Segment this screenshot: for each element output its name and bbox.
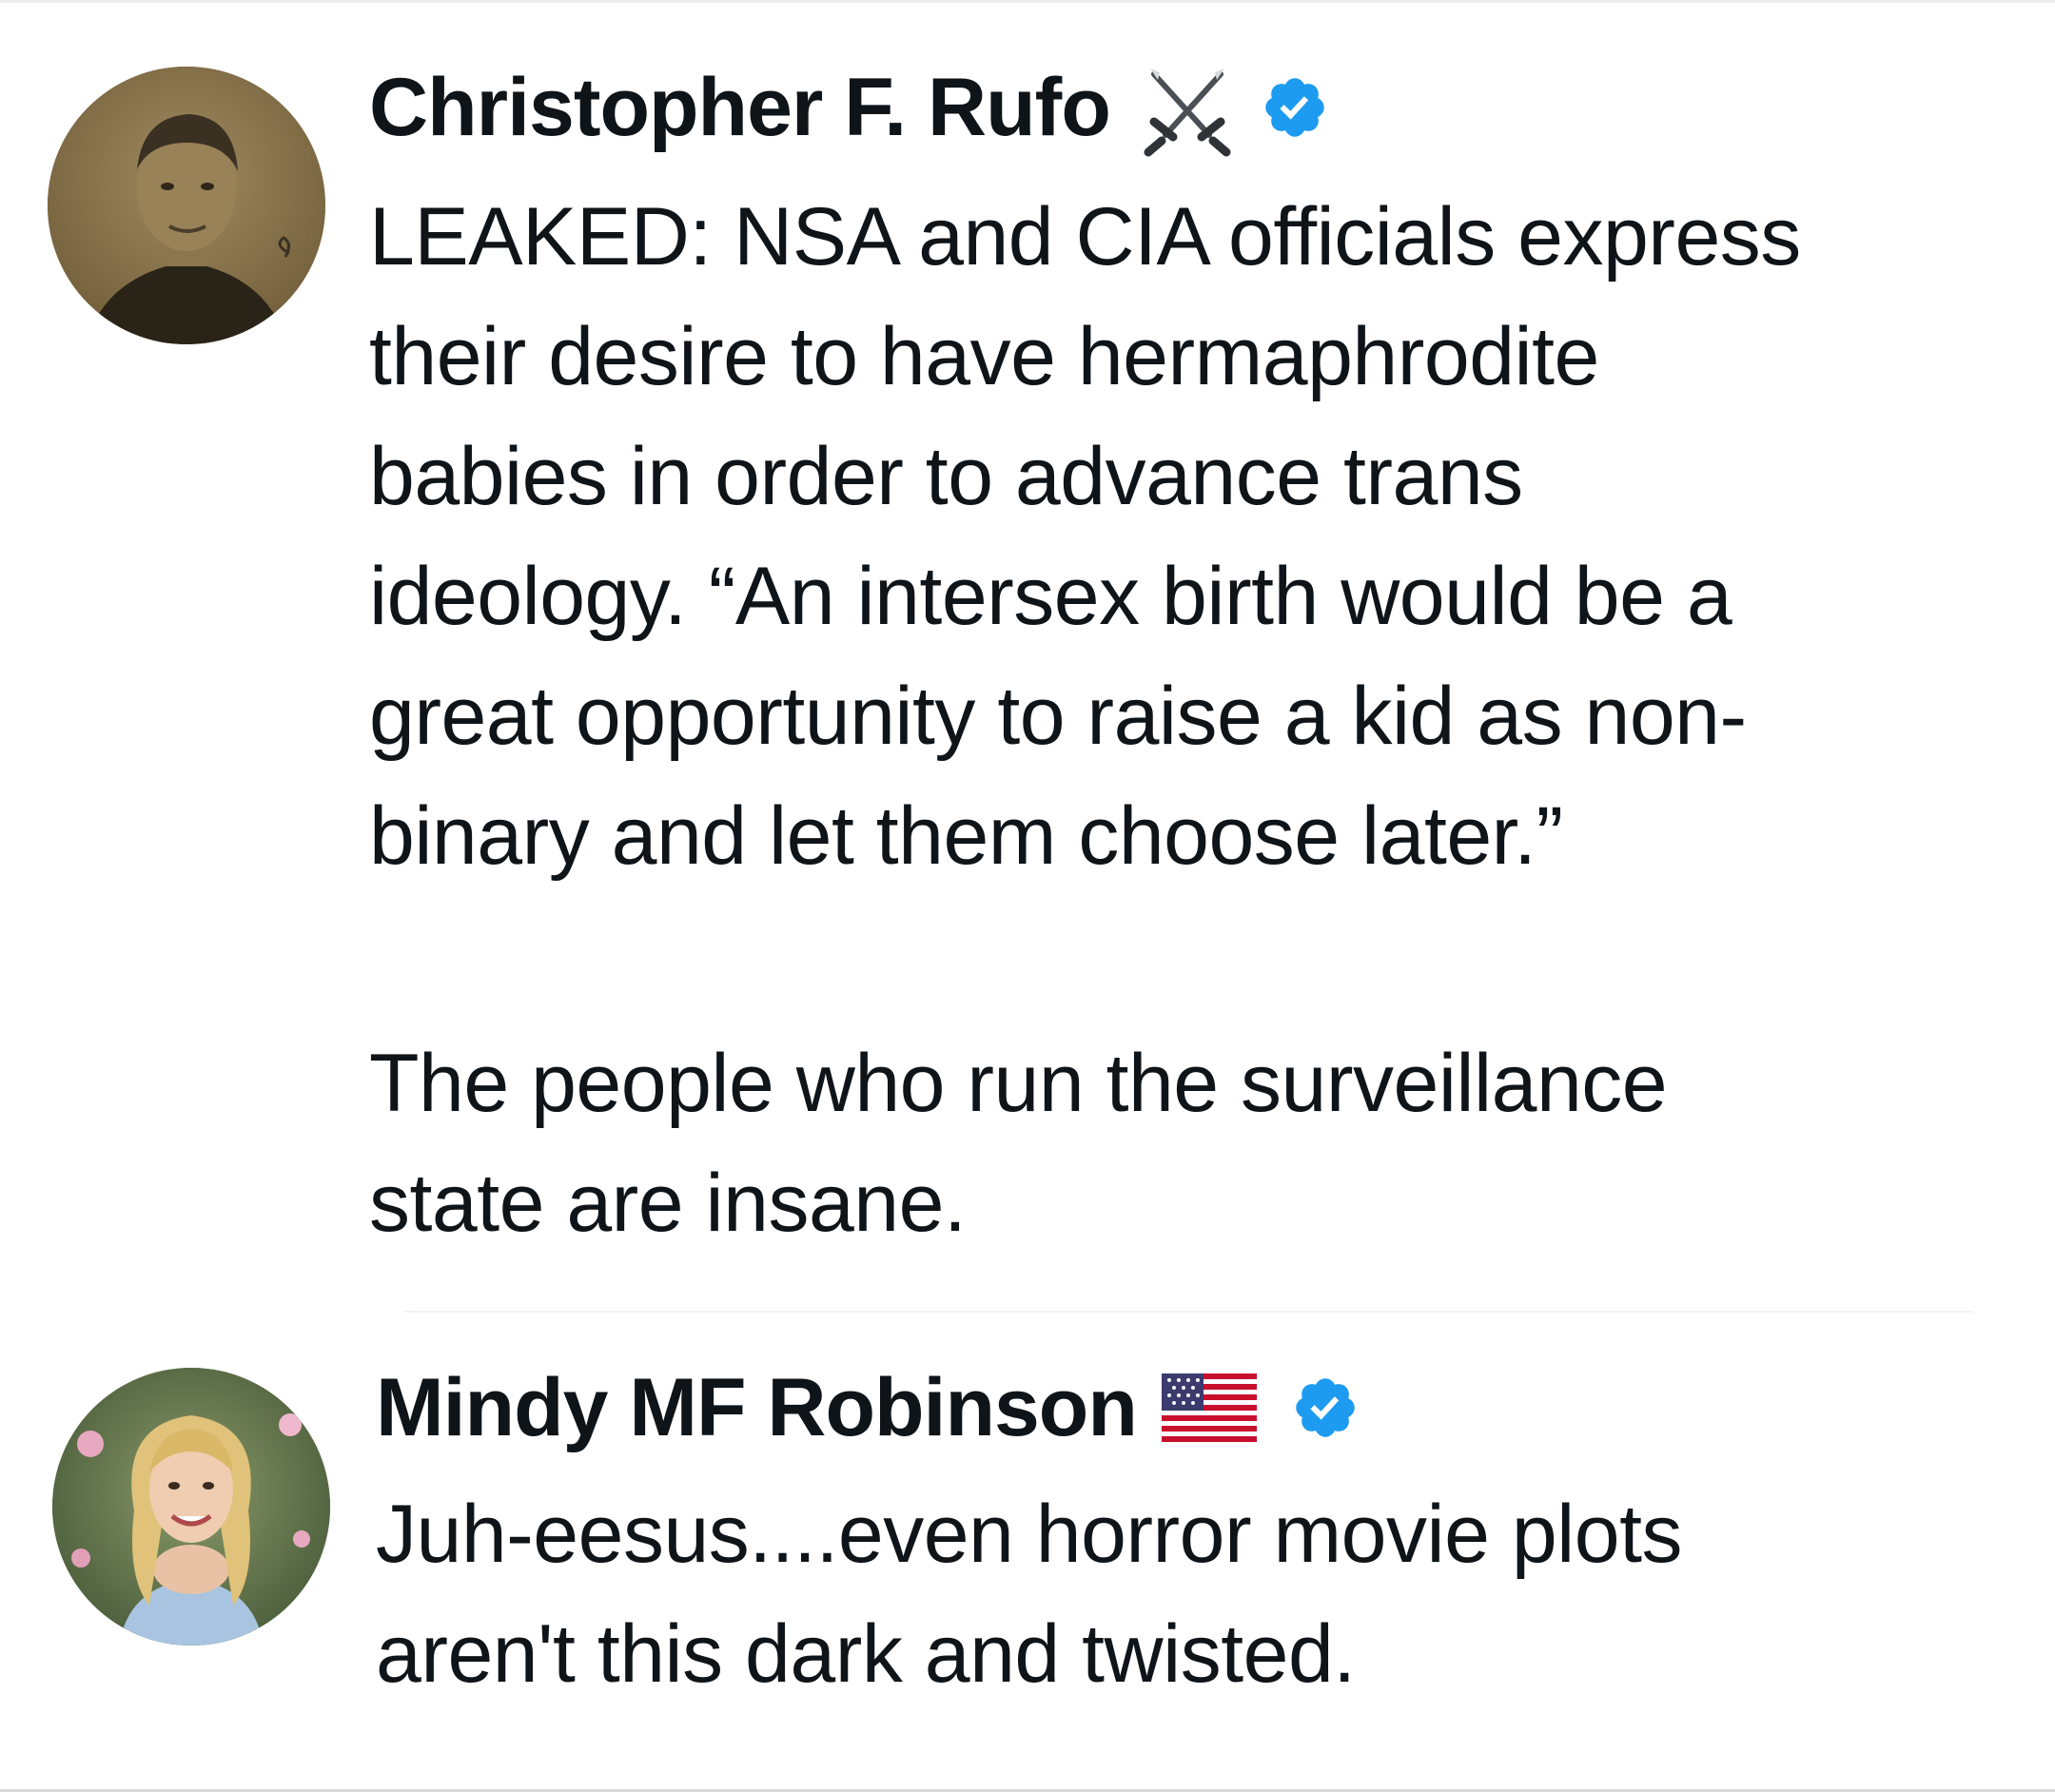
tweet[interactable]: Mindy MF Robinson Juh-eesus....even horr… — [0, 1313, 2055, 1792]
tweet-text: LEAKED: NSA and CIA officials express th… — [369, 177, 1801, 896]
tweet-text: Juh-eesus....even horror movie plots are… — [376, 1474, 1683, 1714]
tweet-text-line: LEAKED: NSA and CIA officials express — [369, 191, 1801, 282]
avatar[interactable] — [48, 67, 325, 344]
tweet-text-line: babies in order to advance trans — [369, 431, 1523, 522]
avatar-photo — [48, 67, 325, 344]
tweet-header: Christopher F. Rufo — [369, 55, 1329, 160]
verified-badge-icon — [1291, 1373, 1360, 1442]
tweet-text-line: their desire to have hermaphrodite — [369, 311, 1599, 402]
tweet-text-line: state are insane. — [369, 1158, 967, 1249]
tweet-text-line: great opportunity to raise a kid as non- — [369, 671, 1747, 762]
avatar-photo — [52, 1368, 330, 1646]
crossed-swords-icon — [1135, 55, 1240, 160]
tweet-header: Mindy MF Robinson — [376, 1355, 1360, 1460]
tweet-text: The people who run the surveillance stat… — [369, 1023, 1668, 1263]
author-name[interactable]: Mindy MF Robinson — [376, 1361, 1138, 1455]
tweet-text-line: ideology. “An intersex birth would be a — [369, 551, 1732, 642]
tweet-text-line: Juh-eesus....even horror movie plots — [376, 1489, 1683, 1580]
tweet-text-line: aren't this dark and twisted. — [376, 1608, 1356, 1700]
tweet-text-line: binary and let them choose later.” — [369, 790, 1563, 882]
tweet-text-line: The people who run the surveillance — [369, 1038, 1668, 1129]
tweet[interactable]: Christopher F. Rufo LEAKED: NSA and CIA … — [0, 0, 2055, 1313]
avatar[interactable] — [52, 1368, 330, 1646]
author-name[interactable]: Christopher F. Rufo — [369, 61, 1111, 155]
us-flag-icon — [1161, 1373, 1257, 1442]
verified-badge-icon — [1261, 73, 1329, 142]
